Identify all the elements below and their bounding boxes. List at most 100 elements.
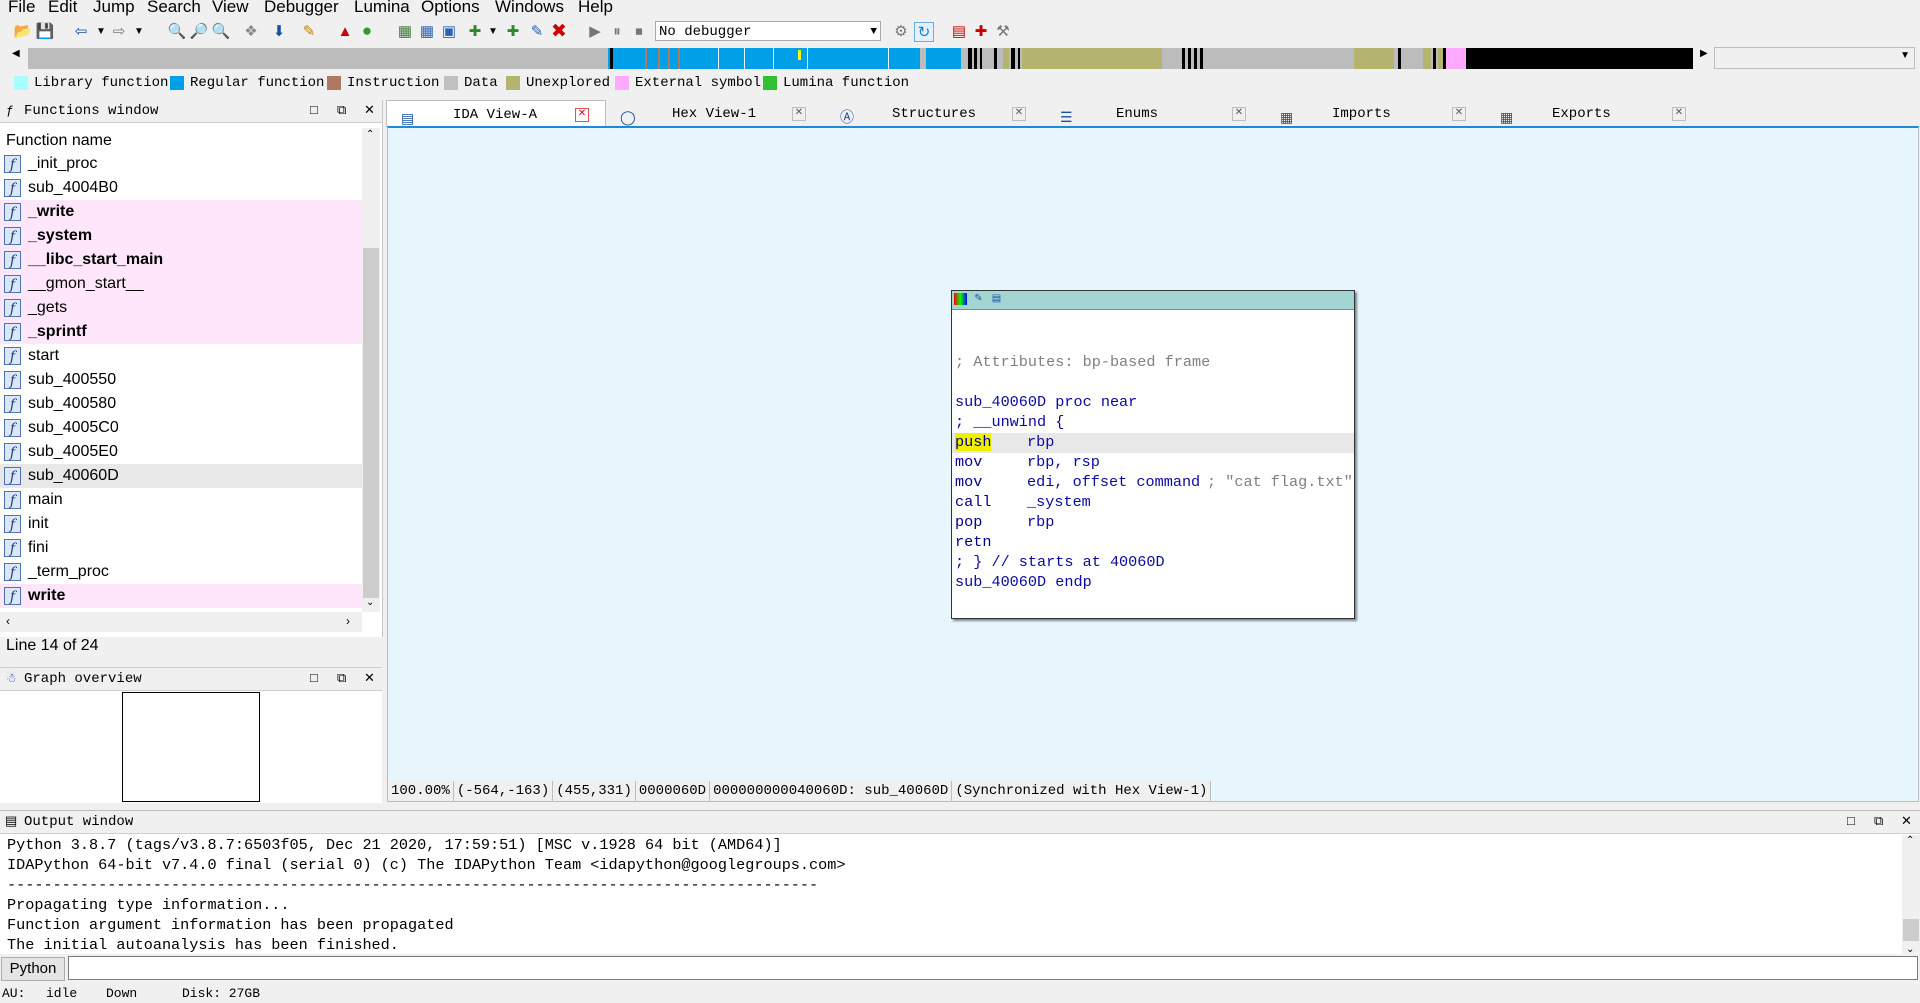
code-mnem[interactable]: call: [955, 493, 991, 511]
add-node-icon[interactable]: ✚: [466, 22, 484, 40]
graph-edit-icon[interactable]: ✎: [528, 22, 546, 40]
search-immediate-icon[interactable]: 🔍: [212, 22, 231, 40]
horizontal-scrollbar[interactable]: ‹ ›: [0, 612, 362, 632]
tab-structures[interactable]: Ⓐ Structures ✕: [826, 100, 1044, 127]
tools-icon[interactable]: ⚒: [994, 22, 1012, 40]
code-ops[interactable]: rbp: [1027, 513, 1054, 531]
open-icon[interactable]: 📂: [14, 22, 33, 40]
add-node-dropdown-icon[interactable]: ▼: [484, 22, 502, 40]
scroll-left-icon[interactable]: ‹: [6, 614, 10, 628]
graph-icon-2[interactable]: ▦: [418, 22, 436, 40]
function-list-item[interactable]: f main: [0, 488, 362, 512]
close-icon[interactable]: ✕: [1232, 107, 1246, 121]
search-text-icon[interactable]: 🔍: [168, 22, 187, 40]
scroll-up-icon[interactable]: ⌃: [366, 129, 374, 140]
tab-exports[interactable]: ▦ Exports ✕: [1486, 100, 1704, 127]
trace-icon[interactable]: ▤: [950, 22, 968, 40]
command-input[interactable]: [68, 956, 1918, 980]
chart-icon[interactable]: ▲: [336, 22, 354, 40]
function-list-item[interactable]: f sub_4004B0: [0, 176, 362, 200]
search-next-icon[interactable]: ❖: [242, 22, 260, 40]
function-list-item[interactable]: f sub_4005E0: [0, 440, 362, 464]
restore-icon[interactable]: ⧉: [337, 668, 346, 690]
tab-enums[interactable]: ☰ Enums ✕: [1046, 100, 1264, 127]
code-mnem[interactable]: pop: [955, 513, 982, 531]
close-icon[interactable]: ✕: [575, 108, 589, 122]
menu-search[interactable]: Search: [147, 0, 201, 17]
code-ops[interactable]: rbp: [1027, 433, 1054, 451]
menu-options[interactable]: Options: [421, 0, 480, 17]
close-icon[interactable]: ✕: [792, 107, 806, 121]
function-list-item[interactable]: f fini: [0, 536, 362, 560]
scroll-thumb[interactable]: [363, 248, 379, 598]
debugger-select[interactable]: No debugger ▼: [655, 21, 881, 41]
menu-jump[interactable]: Jump: [93, 0, 135, 17]
nav-left-arrow-icon[interactable]: ◀: [12, 48, 20, 59]
forward-dropdown-icon[interactable]: ▼: [130, 22, 148, 40]
manual-icon[interactable]: ✎: [300, 22, 318, 40]
color-icon[interactable]: [954, 293, 967, 305]
column-header-function-name[interactable]: Function name: [6, 132, 112, 150]
forward-icon[interactable]: ⇨: [110, 22, 128, 40]
close-icon[interactable]: ✕: [364, 100, 375, 122]
output-scrollbar[interactable]: ⌃ ⌄: [1902, 835, 1920, 955]
menu-help[interactable]: Help: [578, 0, 613, 17]
code-mnem[interactable]: mov: [955, 473, 982, 491]
search-binary-icon[interactable]: 🔎: [190, 22, 209, 40]
code-ops[interactable]: edi, offset command: [1027, 473, 1200, 491]
green-circle-icon[interactable]: ●: [358, 21, 376, 40]
code-ops[interactable]: rbp, rsp: [1027, 453, 1100, 471]
close-icon[interactable]: ✕: [1452, 107, 1466, 121]
proc-line[interactable]: sub_40060D proc near: [955, 393, 1137, 411]
debug-option-icon[interactable]: ⚙: [892, 22, 910, 40]
nav-right-arrow-icon[interactable]: ▶: [1700, 48, 1708, 59]
menu-debugger[interactable]: Debugger: [264, 0, 339, 17]
function-list-item[interactable]: f _system: [0, 224, 362, 248]
jump-down-icon[interactable]: ⬇: [270, 22, 288, 40]
float-icon[interactable]: □: [310, 100, 318, 122]
function-list-item[interactable]: f __libc_start_main: [0, 248, 362, 272]
function-list-item[interactable]: f _term_proc: [0, 560, 362, 584]
menu-view[interactable]: View: [212, 0, 249, 17]
back-icon[interactable]: ⇦: [72, 22, 90, 40]
menu-lumina[interactable]: Lumina: [354, 0, 410, 17]
close-icon[interactable]: ✕: [1901, 811, 1912, 833]
float-icon[interactable]: □: [310, 668, 318, 690]
nav-select[interactable]: ▼: [1714, 47, 1915, 69]
graph-icon-1[interactable]: ▦: [396, 22, 414, 40]
breakpoint-icon[interactable]: ✚: [972, 22, 990, 40]
group-icon[interactable]: ▤: [990, 293, 1003, 305]
stop-icon[interactable]: ⏹: [630, 22, 648, 40]
function-list-item[interactable]: f _gets: [0, 296, 362, 320]
menu-windows[interactable]: Windows: [495, 0, 564, 17]
graph-icon-3[interactable]: ▣: [440, 22, 458, 40]
function-list-item[interactable]: f sub_400580: [0, 392, 362, 416]
back-dropdown-icon[interactable]: ▼: [92, 22, 110, 40]
refresh-icon[interactable]: ↻: [914, 22, 934, 42]
function-list-item[interactable]: f _write: [0, 200, 362, 224]
close-icon[interactable]: ✕: [1672, 107, 1686, 121]
save-icon[interactable]: 💾: [36, 22, 55, 40]
tab-ida-view-a[interactable]: ▤ IDA View-A ✕: [386, 100, 606, 128]
restore-icon[interactable]: ⧉: [1874, 811, 1883, 833]
menu-edit[interactable]: Edit: [48, 0, 77, 17]
scroll-up-icon[interactable]: ⌃: [1906, 835, 1914, 846]
menu-file[interactable]: File: [8, 0, 35, 17]
function-list-item[interactable]: f _init_proc: [0, 152, 362, 176]
function-list-item[interactable]: f write: [0, 584, 362, 608]
play-icon[interactable]: ▶: [586, 22, 604, 40]
code-ops[interactable]: _system: [1027, 493, 1091, 511]
python-button[interactable]: Python: [1, 957, 65, 981]
code-mnem[interactable]: push: [955, 433, 992, 451]
tab-imports[interactable]: ▦ Imports ✕: [1266, 100, 1484, 127]
scroll-thumb[interactable]: [1903, 919, 1919, 941]
edit-icon[interactable]: ✎: [972, 293, 985, 305]
pause-icon[interactable]: ⏸: [608, 22, 626, 40]
function-list-item[interactable]: f sub_4005C0: [0, 416, 362, 440]
function-list-item[interactable]: f init: [0, 512, 362, 536]
close-icon[interactable]: ✕: [1012, 107, 1026, 121]
function-list-item[interactable]: f sub_40060D: [0, 464, 362, 488]
function-list-item[interactable]: f __gmon_start__: [0, 272, 362, 296]
code-mnem[interactable]: mov: [955, 453, 982, 471]
endp-line[interactable]: sub_40060D endp: [955, 573, 1092, 591]
